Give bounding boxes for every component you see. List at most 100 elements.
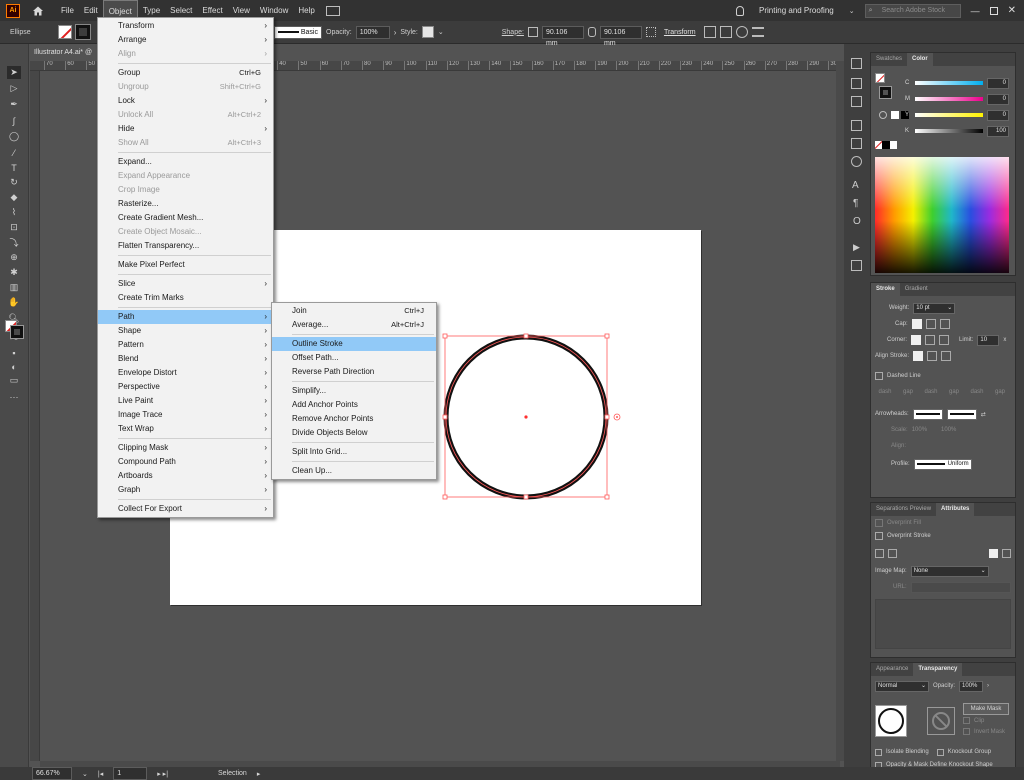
- swatches-icon[interactable]: [851, 58, 862, 69]
- channel-k-slider[interactable]: [915, 129, 983, 133]
- bbox-handle[interactable]: [442, 494, 448, 500]
- artboard-number-field[interactable]: 1: [113, 767, 148, 780]
- menu-item-expand[interactable]: Expand...: [98, 155, 273, 169]
- menu-item-create-gradient-mesh[interactable]: Create Gradient Mesh...: [98, 211, 273, 225]
- isolate-blending-checkbox[interactable]: [875, 748, 882, 756]
- projecting-cap-icon[interactable]: [939, 319, 950, 329]
- color-mode-icon[interactable]: ▪: [7, 346, 21, 359]
- menu-item-arrange[interactable]: Arrange ›: [98, 33, 273, 47]
- nonzero-rule-icon[interactable]: [989, 548, 998, 558]
- invert-mask-checkbox[interactable]: [963, 728, 970, 735]
- dont-show-center-icon[interactable]: [875, 548, 884, 558]
- first-artboard-button[interactable]: |◂: [98, 770, 103, 778]
- channel-m-value[interactable]: 0: [987, 93, 1009, 105]
- search-adobe-stock-input[interactable]: ⌕ Search Adobe Stock: [864, 3, 961, 18]
- menu-item-show-all[interactable]: Show All Alt+Ctrl+3: [98, 136, 273, 150]
- channel-m-slider[interactable]: [915, 97, 983, 101]
- bevel-join-icon[interactable]: [939, 335, 950, 345]
- butt-cap-icon[interactable]: [911, 319, 922, 329]
- opentype-icon[interactable]: O: [853, 216, 861, 227]
- menu-item-group[interactable]: Group Ctrl+G: [98, 66, 273, 80]
- eyedropper-tool-icon[interactable]: ⤵: [7, 236, 21, 249]
- layers-icon[interactable]: [851, 138, 862, 149]
- align-outside-icon[interactable]: [941, 351, 952, 361]
- zoom-dropdown[interactable]: 66.67%: [32, 767, 72, 780]
- paintbrush-tool-icon[interactable]: ⁄: [7, 146, 21, 159]
- transform-button[interactable]: Transform: [660, 26, 700, 39]
- menu-item-unlock-all[interactable]: Unlock All Alt+Ctrl+2: [98, 108, 273, 122]
- menu-item-ungroup[interactable]: Ungroup Shift+Ctrl+G: [98, 80, 273, 94]
- eraser-tool-icon[interactable]: ◆: [7, 191, 21, 204]
- swap-arrowheads-icon[interactable]: ⇄: [981, 411, 986, 418]
- channel-c-value[interactable]: 0: [987, 77, 1009, 89]
- menu-item-perspective[interactable]: Perspective ›: [98, 380, 273, 394]
- out-of-gamut-icon[interactable]: [879, 111, 887, 119]
- tab-attributes[interactable]: Attributes: [936, 503, 975, 516]
- overprint-fill-checkbox[interactable]: [875, 518, 883, 527]
- bbox-handle[interactable]: [604, 333, 610, 339]
- hand-tool-icon[interactable]: ✋: [7, 296, 21, 309]
- color-spectrum[interactable]: [875, 157, 1009, 273]
- menu-item-add-anchor-points[interactable]: Add Anchor Points: [272, 398, 436, 412]
- opacity-field[interactable]: 100%: [355, 25, 390, 39]
- next-artboard-button[interactable]: ▸ ▸|: [157, 770, 168, 778]
- note-area[interactable]: [875, 599, 1011, 649]
- chevron-down-icon[interactable]: ⌄: [849, 7, 855, 15]
- blend-tool-icon[interactable]: ⊕: [7, 251, 21, 264]
- menu-item-crop-image[interactable]: Crop Image: [98, 183, 273, 197]
- direct-selection-tool-icon[interactable]: ▷: [7, 82, 21, 95]
- align-inside-icon[interactable]: [927, 351, 938, 361]
- menu-item-remove-anchor-points[interactable]: Remove Anchor Points: [272, 412, 436, 426]
- close-window-button[interactable]: ✕: [1008, 5, 1016, 16]
- stroke-color-icon[interactable]: [879, 86, 892, 99]
- menu-item-average[interactable]: Average... Alt+Ctrl+J: [272, 318, 436, 332]
- paragraph-icon[interactable]: ¶: [853, 198, 858, 209]
- reference-point-icon[interactable]: [645, 27, 656, 37]
- menu-item-artboards[interactable]: Artboards ›: [98, 469, 273, 483]
- ellipse-selection[interactable]: [438, 330, 628, 504]
- tab-separations-preview[interactable]: Separations Preview: [871, 503, 936, 516]
- knockout-group-checkbox[interactable]: [936, 748, 944, 756]
- overprint-stroke-checkbox[interactable]: [875, 531, 883, 540]
- symbols-icon[interactable]: [851, 96, 862, 107]
- menu-item-offset-path[interactable]: Offset Path...: [272, 351, 436, 365]
- menu-item-envelope-distort[interactable]: Envelope Distort ›: [98, 366, 273, 380]
- menu-item-slice[interactable]: Slice ›: [98, 277, 273, 291]
- channel-y-slider[interactable]: [915, 113, 983, 117]
- restore-window-button[interactable]: [989, 6, 998, 15]
- menu-item-path[interactable]: Path ›: [98, 310, 273, 324]
- dashed-line-checkbox[interactable]: [875, 372, 883, 380]
- menu-help[interactable]: Help: [293, 0, 319, 21]
- menu-item-collect-for-export[interactable]: Collect For Export ›: [98, 502, 273, 516]
- isolate-icon[interactable]: [703, 26, 716, 38]
- object-thumbnail[interactable]: [875, 705, 907, 737]
- menu-item-join[interactable]: Join Ctrl+J: [272, 304, 436, 318]
- link-icon[interactable]: [587, 27, 596, 37]
- bbox-handle[interactable]: [604, 414, 610, 420]
- screen-mode-icon[interactable]: ▭: [7, 374, 21, 387]
- channel-c-slider[interactable]: [915, 81, 983, 85]
- menu-item-simplify[interactable]: Simplify...: [272, 384, 436, 398]
- align-icon[interactable]: [719, 26, 732, 38]
- menu-item-graph[interactable]: Graph ›: [98, 483, 273, 497]
- start-scale-value[interactable]: 100%: [912, 427, 927, 433]
- menu-item-expand-appearance[interactable]: Expand Appearance: [98, 169, 273, 183]
- type-tool-icon[interactable]: T: [7, 161, 21, 174]
- menu-item-pattern[interactable]: Pattern ›: [98, 338, 273, 352]
- menu-item-compound-path[interactable]: Compound Path ›: [98, 455, 273, 469]
- minimize-window-button[interactable]: —: [971, 6, 980, 16]
- document-tab[interactable]: Illustrator A4.ai* @: [30, 45, 100, 61]
- workspace-switcher[interactable]: Printing and Proofing: [754, 0, 839, 21]
- menu-item-live-paint[interactable]: Live Paint ›: [98, 394, 273, 408]
- chevron-down-icon[interactable]: ⌄: [438, 28, 444, 36]
- image-map-dropdown[interactable]: None ⌄: [910, 565, 989, 577]
- menu-item-split-into-grid[interactable]: Split Into Grid...: [272, 445, 436, 459]
- home-icon[interactable]: [30, 3, 46, 19]
- status-arrow-icon[interactable]: ▸: [257, 770, 261, 778]
- menu-item-create-trim-marks[interactable]: Create Trim Marks: [98, 291, 273, 305]
- opacity-field[interactable]: 100%: [959, 680, 984, 692]
- bbox-handle[interactable]: [523, 494, 529, 500]
- mask-thumbnail[interactable]: [927, 707, 955, 735]
- export-icon[interactable]: [851, 260, 862, 271]
- menu-item-make-pixel-perfect[interactable]: Make Pixel Perfect: [98, 258, 273, 272]
